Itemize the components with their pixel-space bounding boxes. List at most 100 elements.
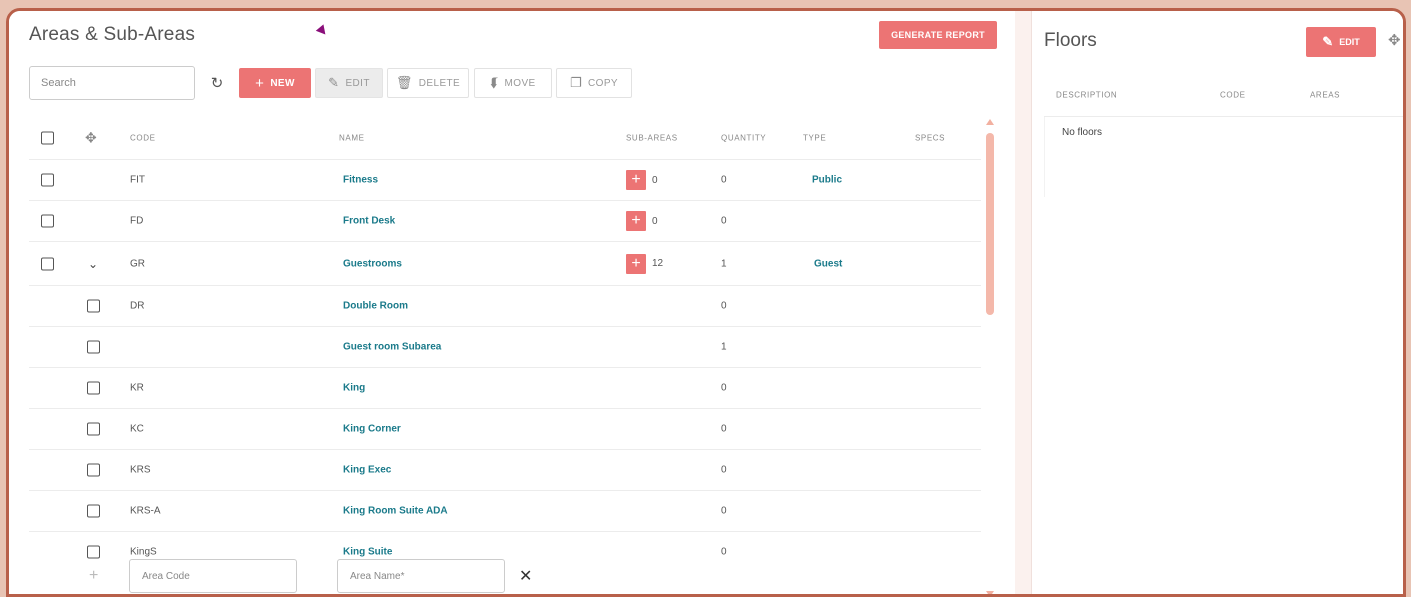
row-code: KRS-A: [130, 505, 161, 517]
search-input[interactable]: [29, 66, 195, 100]
plus-icon: +: [255, 74, 265, 92]
table-edge: [1044, 117, 1045, 197]
row-type: Public: [812, 174, 843, 186]
edit-button[interactable]: ✎ EDIT: [315, 68, 383, 98]
row-code: KR: [130, 382, 144, 394]
plus-icon: +: [89, 567, 99, 584]
expand-icon[interactable]: ✥: [1388, 31, 1401, 49]
column-header-specs[interactable]: SPECS: [915, 133, 945, 142]
column-header-sub-areas[interactable]: SUB-AREAS: [626, 133, 678, 142]
column-header-code[interactable]: CODE: [130, 133, 156, 142]
row-name-link[interactable]: Fitness: [343, 175, 378, 186]
row-code: GR: [130, 258, 145, 269]
row-code: KRS: [130, 464, 151, 476]
row-name-link[interactable]: Front Desk: [343, 216, 395, 227]
table-row[interactable]: ⌄ GR Guestrooms +12 1 Guest: [29, 242, 981, 286]
move-label: MOVE: [504, 77, 536, 89]
sub-area-count: 0: [652, 215, 658, 227]
row-checkbox[interactable]: [41, 214, 54, 228]
table-scrollbar[interactable]: [986, 119, 994, 594]
table-subrow[interactable]: KRS King Exec 0: [29, 450, 981, 491]
move-icon: ⮮: [490, 75, 499, 90]
column-header-quantity[interactable]: QUANTITY: [721, 133, 766, 142]
row-checkbox[interactable]: [87, 422, 100, 436]
pencil-icon: ✎: [1322, 34, 1334, 49]
generate-report-button[interactable]: GENERATE REPORT: [879, 21, 997, 49]
table-header: ✥ CODE NAME SUB-AREAS QUANTITY TYPE SPEC…: [29, 116, 981, 160]
row-checkbox[interactable]: [87, 463, 100, 477]
select-all-checkbox[interactable]: [41, 131, 54, 144]
close-icon[interactable]: ✕: [519, 566, 532, 586]
add-sub-area-button[interactable]: +: [626, 253, 646, 274]
add-sub-area-button[interactable]: +: [626, 170, 646, 190]
column-header-type[interactable]: TYPE: [803, 133, 826, 142]
row-code: DR: [130, 300, 145, 312]
row-code: KingS: [130, 546, 157, 558]
sub-area-count: 12: [652, 258, 664, 269]
new-label: NEW: [270, 77, 295, 89]
table-row[interactable]: FIT Fitness +0 0 Public: [29, 160, 981, 201]
row-name-link[interactable]: Guestrooms: [343, 258, 402, 269]
areas-table: ✥ CODE NAME SUB-AREAS QUANTITY TYPE SPEC…: [29, 116, 981, 573]
column-header-name[interactable]: NAME: [339, 133, 365, 142]
row-checkbox[interactable]: [87, 340, 100, 354]
empty-state-text: No floors: [1062, 127, 1103, 138]
copy-label: COPY: [588, 77, 618, 89]
row-code: FIT: [130, 174, 145, 186]
row-checkbox[interactable]: [87, 504, 100, 518]
table-subrow[interactable]: KRS-A King Room Suite ADA 0: [29, 491, 981, 532]
copy-icon: ❐: [569, 75, 583, 90]
delete-label: DELETE: [418, 77, 461, 89]
scroll-down-arrow-icon[interactable]: [986, 591, 994, 594]
panel-divider: [1015, 11, 1031, 594]
floors-table-header: DESCRIPTION CODE AREAS: [1044, 73, 1403, 117]
row-name-link[interactable]: King Suite: [343, 547, 392, 558]
row-name-link[interactable]: Double Room: [343, 301, 408, 312]
delete-button[interactable]: 🗑︎ DELETE: [387, 68, 469, 98]
table-subrow[interactable]: Guest room Subarea 1: [29, 327, 981, 368]
row-name-link[interactable]: Guest room Subarea: [343, 342, 441, 353]
row-quantity: 0: [721, 300, 727, 312]
row-name-link[interactable]: King Room Suite ADA: [343, 506, 448, 517]
row-quantity: 0: [721, 505, 727, 517]
move-button[interactable]: ⮮ MOVE: [474, 68, 552, 98]
floors-edit-button[interactable]: ✎ EDIT: [1306, 27, 1376, 57]
mouse-cursor-icon: [315, 24, 330, 38]
row-quantity: 0: [721, 546, 727, 558]
floors-edit-label: EDIT: [1339, 37, 1360, 47]
scrollbar-thumb[interactable]: [986, 133, 994, 315]
column-header-description[interactable]: DESCRIPTION: [1056, 90, 1117, 99]
row-type: Guest: [814, 258, 843, 269]
row-name-link[interactable]: King: [343, 383, 365, 394]
add-sub-area-button[interactable]: +: [626, 211, 646, 231]
copy-button[interactable]: ❐ COPY: [556, 68, 632, 98]
column-header-areas[interactable]: AREAS: [1310, 90, 1340, 99]
scroll-up-arrow-icon[interactable]: [986, 119, 994, 125]
area-code-input[interactable]: [129, 559, 297, 593]
row-sub-areas: +0: [626, 170, 658, 190]
expand-all-icon[interactable]: ✥: [85, 129, 97, 146]
row-checkbox[interactable]: [87, 545, 100, 559]
table-row[interactable]: FD Front Desk +0 0: [29, 201, 981, 242]
table-subrow[interactable]: KR King 0: [29, 368, 981, 409]
area-name-input[interactable]: [337, 559, 505, 593]
add-area-row: + ✕: [29, 559, 981, 594]
row-quantity: 1: [721, 258, 727, 269]
row-quantity: 0: [721, 382, 727, 394]
row-quantity: 1: [721, 341, 727, 353]
table-subrow[interactable]: KC King Corner 0: [29, 409, 981, 450]
row-name-link[interactable]: King Exec: [343, 465, 391, 476]
row-checkbox[interactable]: [41, 173, 54, 187]
new-button[interactable]: + NEW: [239, 68, 311, 98]
row-checkbox[interactable]: [87, 381, 100, 395]
table-subrow[interactable]: DR Double Room 0: [29, 286, 981, 327]
row-checkbox[interactable]: [41, 257, 54, 270]
column-header-code[interactable]: CODE: [1220, 90, 1246, 99]
row-quantity: 0: [721, 423, 727, 435]
areas-panel: Areas & Sub-Areas GENERATE REPORT ↻ + NE…: [9, 11, 1015, 594]
page-title: Areas & Sub-Areas: [29, 24, 196, 45]
row-checkbox[interactable]: [87, 299, 100, 313]
refresh-icon[interactable]: ↻: [207, 73, 227, 93]
chevron-down-icon[interactable]: ⌄: [88, 257, 98, 271]
row-name-link[interactable]: King Corner: [343, 424, 401, 435]
